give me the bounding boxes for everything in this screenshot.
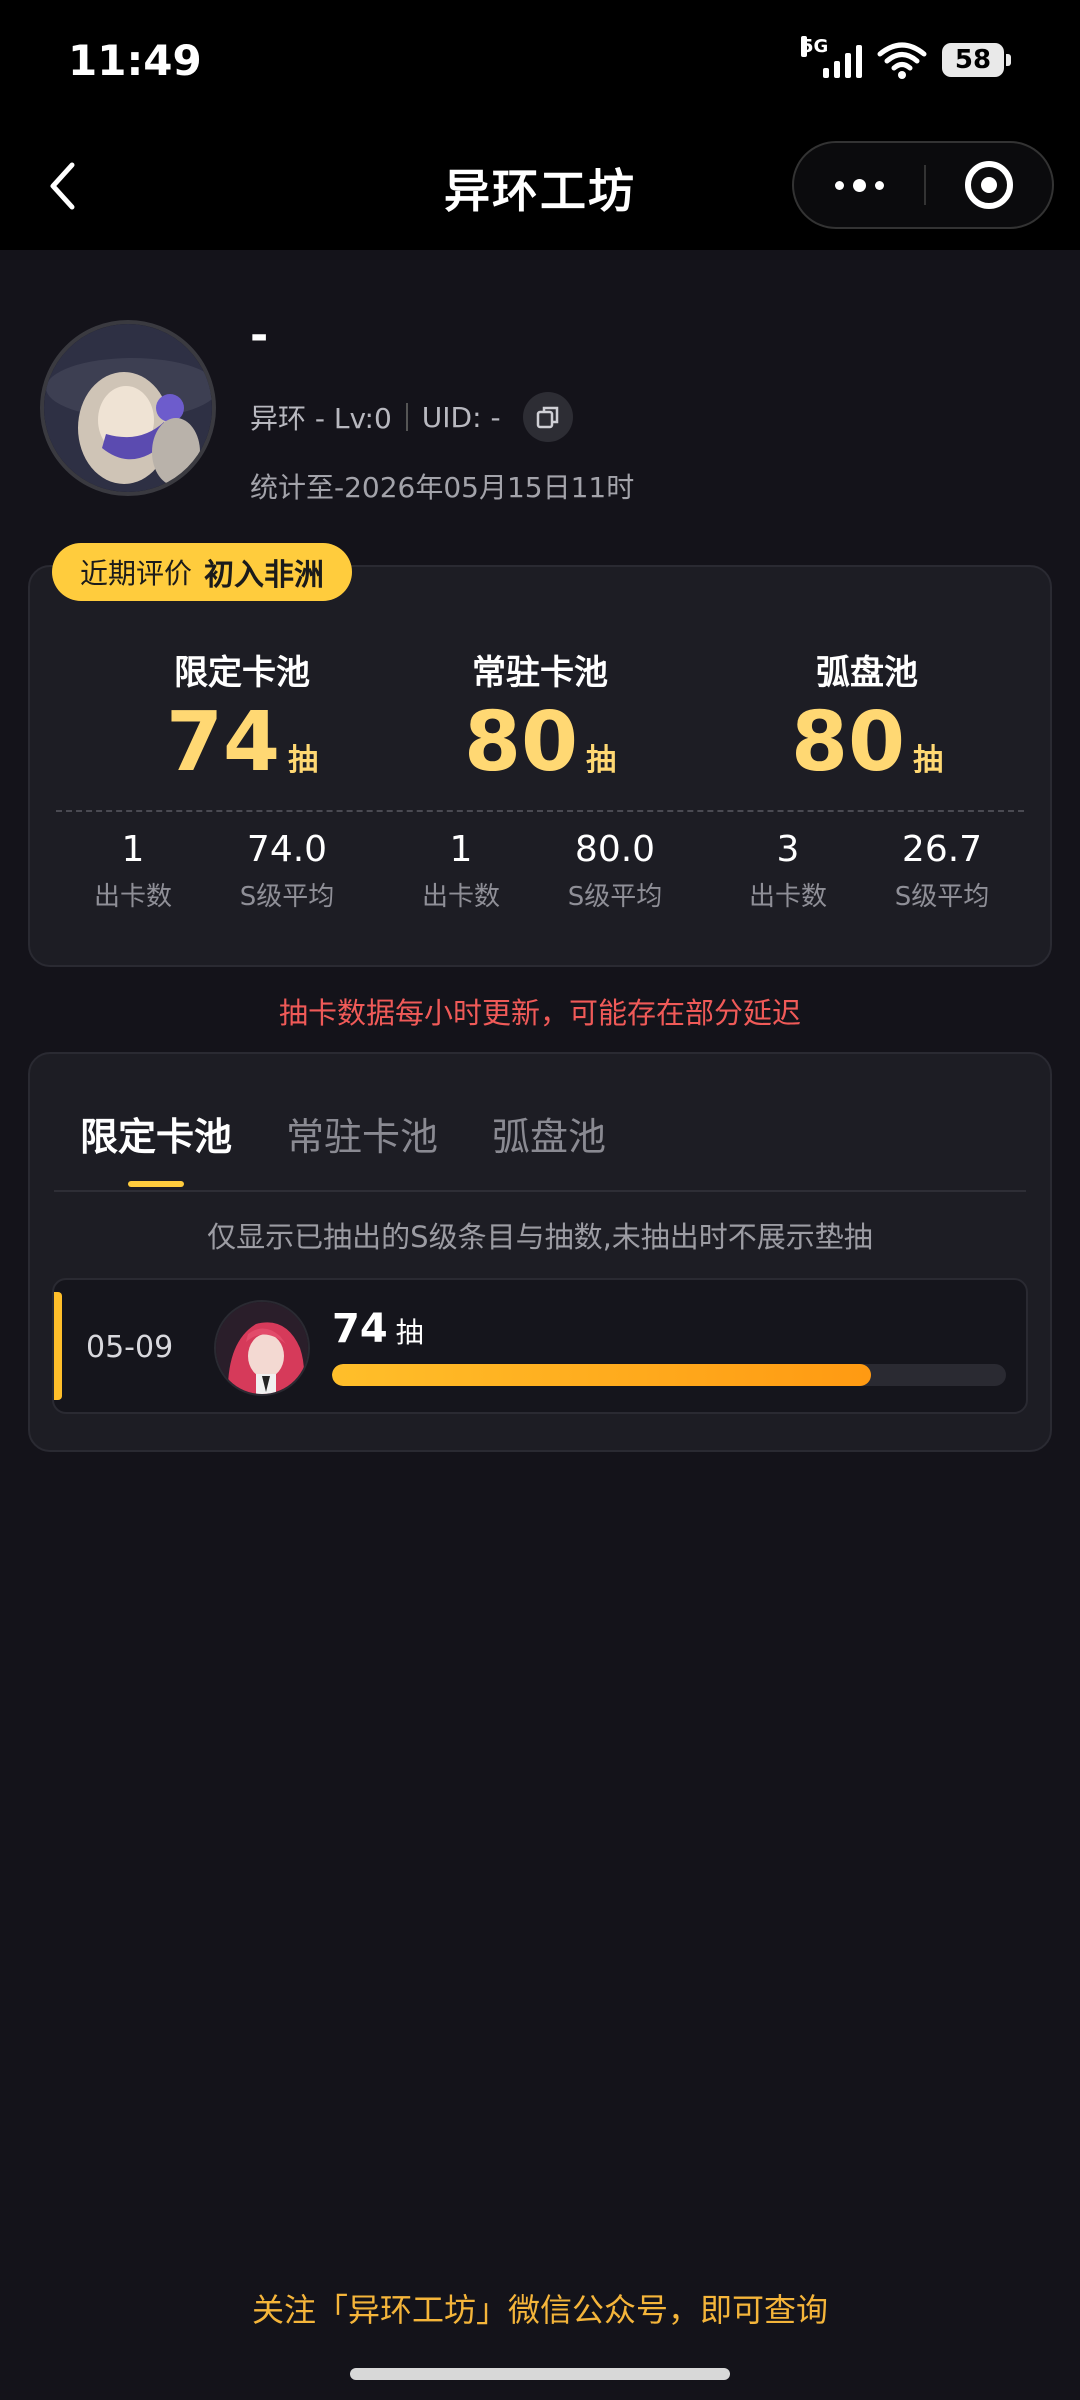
nav-bar: 异环工坊: [0, 125, 1080, 250]
copy-uid-button[interactable]: [522, 392, 573, 442]
records-hint: 仅显示已抽出的S级条目与抽数,未抽出时不展示垫抽: [207, 1220, 873, 1254]
record-unit: 抽: [395, 1316, 424, 1349]
pool-name: 弧盘池: [816, 653, 918, 693]
pool-unit: 抽: [913, 743, 944, 778]
pool-unit: 抽: [288, 743, 319, 778]
battery-icon: 58: [942, 43, 1011, 77]
more-button[interactable]: [794, 143, 924, 227]
dashed-divider: [56, 810, 1024, 812]
standard-s-avg: 80.0 S级平均: [567, 829, 663, 912]
pool-tabs: 限定卡池 常驻卡池 弧盘池: [80, 1106, 606, 1161]
row-accent: [54, 1292, 62, 1400]
tab-arc[interactable]: 弧盘池: [492, 1106, 606, 1161]
list-item: 05-09 74 抽: [52, 1278, 1028, 1414]
record-pull-count: 74: [332, 1306, 388, 1352]
mini-program-capsule: [792, 141, 1054, 229]
meta-divider: [405, 403, 408, 431]
update-notice: 抽卡数据每小时更新，可能存在部分延迟: [278, 996, 801, 1030]
user-name: -: [250, 310, 269, 361]
pool-pull-count: 80: [463, 695, 579, 790]
uid: UID: -: [421, 400, 501, 434]
status-icons: 5G 58: [801, 36, 1011, 80]
tab-divider: [54, 1190, 1026, 1192]
limited-cards-out: 1 出卡数: [93, 829, 172, 912]
pull-progress-fill: [332, 1364, 872, 1386]
pool-name: 限定卡池: [174, 653, 310, 693]
target-icon: [965, 161, 1013, 209]
pool-pull-count: 74: [165, 695, 281, 790]
evaluation-value: 初入非洲: [204, 558, 325, 593]
battery-level: 58: [954, 45, 992, 75]
arc-s-avg: 26.7 S级平均: [894, 829, 990, 912]
evaluation-label: 近期评价: [80, 557, 193, 590]
status-bar: 11:49 5G 58: [0, 0, 1080, 125]
limited-s-avg: 74.0 S级平均: [239, 829, 335, 912]
pool-name: 常驻卡池: [472, 653, 608, 693]
user-meta: 异环 - Lv:0 UID: -: [250, 392, 573, 442]
arc-cards-out: 3 出卡数: [748, 829, 827, 912]
close-mini-program-button[interactable]: [926, 143, 1052, 227]
pull-progress-bar: [332, 1364, 1006, 1386]
copy-icon: [536, 406, 558, 429]
tab-limited[interactable]: 限定卡池: [80, 1106, 232, 1161]
pool-arc: 弧盘池 80 抽: [703, 645, 1031, 784]
evaluation-badge: 近期评价 初入非洲: [52, 543, 353, 601]
signal-icon: 5G: [801, 36, 862, 78]
pool-standard: 常驻卡池 80 抽: [376, 645, 704, 784]
record-date: 05-09: [86, 1330, 174, 1365]
network-label: 5G: [801, 36, 829, 57]
pool-pull-count: 80: [790, 695, 906, 790]
records-card: 限定卡池 常驻卡池 弧盘池 仅显示已抽出的S级条目与抽数,未抽出时不展示垫抽 0…: [28, 1052, 1052, 1452]
standard-cards-out: 1 出卡数: [421, 829, 500, 912]
character-avatar: [214, 1300, 310, 1396]
wifi-icon: [877, 42, 927, 79]
avatar: [40, 320, 216, 496]
pool-limited: 限定卡池 74 抽: [78, 645, 406, 784]
summary-card: 限定卡池 74 抽 常驻卡池 80 抽 弧盘池 80 抽 1 出卡数 74.0 …: [28, 565, 1052, 967]
game-level: 异环 - Lv:0: [250, 402, 392, 435]
stat-date: 统计至-2026年05月15日11时: [250, 471, 635, 504]
pool-unit: 抽: [586, 743, 617, 778]
footer-notice: 关注「异环工坊」微信公众号，即可查询: [251, 2291, 828, 2329]
status-time: 11:49: [68, 36, 202, 85]
more-dots-icon: [834, 180, 844, 190]
tab-standard[interactable]: 常驻卡池: [286, 1106, 438, 1161]
home-indicator[interactable]: [350, 2368, 730, 2380]
